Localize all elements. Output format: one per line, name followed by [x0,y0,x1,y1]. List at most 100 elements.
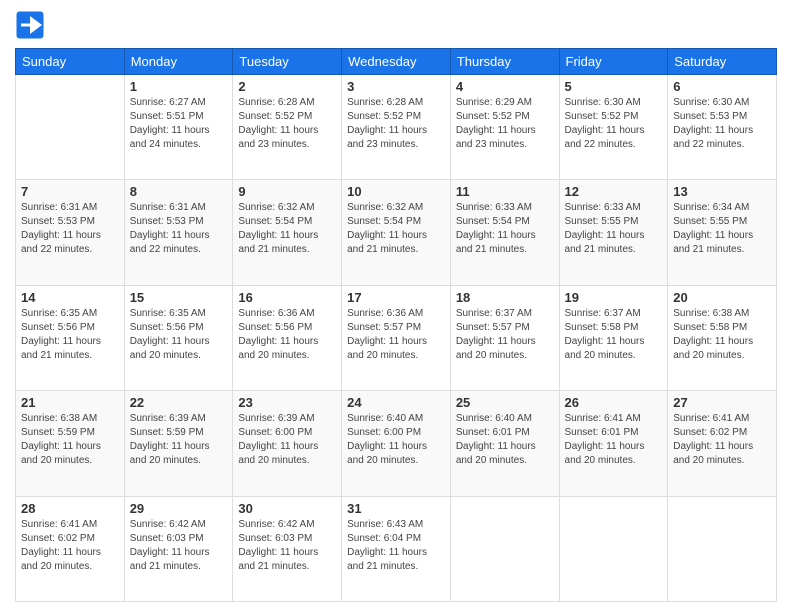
day-info: Sunrise: 6:42 AM Sunset: 6:03 PM Dayligh… [238,518,336,574]
day-header-tuesday: Tuesday [233,49,342,75]
calendar-cell: 30 Sunrise: 6:42 AM Sunset: 6:03 PM Dayli… [233,496,342,601]
calendar-cell: 7 Sunrise: 6:31 AM Sunset: 5:53 PM Daylig… [16,180,125,285]
calendar-cell: 12 Sunrise: 6:33 AM Sunset: 5:55 PM Dayli… [559,180,668,285]
day-number: 14 [21,290,119,305]
day-info: Sunrise: 6:31 AM Sunset: 5:53 PM Dayligh… [21,201,119,257]
day-number: 8 [130,184,228,199]
calendar-week-1: 7 Sunrise: 6:31 AM Sunset: 5:53 PM Daylig… [16,180,777,285]
calendar-cell: 13 Sunrise: 6:34 AM Sunset: 5:55 PM Dayli… [668,180,777,285]
day-header-sunday: Sunday [16,49,125,75]
day-info: Sunrise: 6:32 AM Sunset: 5:54 PM Dayligh… [238,201,336,257]
logo [15,10,47,40]
day-info: Sunrise: 6:27 AM Sunset: 5:51 PM Dayligh… [130,96,228,152]
day-info: Sunrise: 6:28 AM Sunset: 5:52 PM Dayligh… [238,96,336,152]
day-header-friday: Friday [559,49,668,75]
day-number: 11 [456,184,554,199]
day-number: 26 [565,395,663,410]
calendar-week-2: 14 Sunrise: 6:35 AM Sunset: 5:56 PM Dayli… [16,285,777,390]
day-number: 2 [238,79,336,94]
calendar-cell: 31 Sunrise: 6:43 AM Sunset: 6:04 PM Dayli… [342,496,451,601]
calendar-cell: 29Sunrise: 6:42 AM Sunset: 6:03 PM Dayli… [124,496,233,601]
day-info: Sunrise: 6:40 AM Sunset: 6:01 PM Dayligh… [456,412,554,468]
day-number: 4 [456,79,554,94]
calendar-cell: 4 Sunrise: 6:29 AM Sunset: 5:52 PM Daylig… [450,75,559,180]
day-info: Sunrise: 6:36 AM Sunset: 5:56 PM Dayligh… [238,307,336,363]
day-number: 18 [456,290,554,305]
calendar-cell: 24Sunrise: 6:40 AM Sunset: 6:00 PM Dayli… [342,391,451,496]
day-info: Sunrise: 6:40 AM Sunset: 6:00 PM Dayligh… [347,412,445,468]
day-info: Sunrise: 6:35 AM Sunset: 5:56 PM Dayligh… [21,307,119,363]
calendar-cell: 18 Sunrise: 6:37 AM Sunset: 5:57 PM Dayli… [450,285,559,390]
day-number: 23 [238,395,336,410]
calendar-cell: 21Sunrise: 6:38 AM Sunset: 5:59 PM Dayli… [16,391,125,496]
day-info: Sunrise: 6:33 AM Sunset: 5:54 PM Dayligh… [456,201,554,257]
calendar-cell [559,496,668,601]
day-number: 30 [238,501,336,516]
day-number: 19 [565,290,663,305]
day-number: 27 [673,395,771,410]
calendar-table: SundayMondayTuesdayWednesdayThursdayFrid… [15,48,777,602]
calendar-week-3: 21Sunrise: 6:38 AM Sunset: 5:59 PM Dayli… [16,391,777,496]
calendar-cell: 6Sunrise: 6:30 AM Sunset: 5:53 PM Daylig… [668,75,777,180]
day-number: 12 [565,184,663,199]
calendar-cell: 5 Sunrise: 6:30 AM Sunset: 5:52 PM Daylig… [559,75,668,180]
day-info: Sunrise: 6:38 AM Sunset: 5:58 PM Dayligh… [673,307,771,363]
calendar-cell: 25Sunrise: 6:40 AM Sunset: 6:01 PM Dayli… [450,391,559,496]
calendar-cell: 16Sunrise: 6:36 AM Sunset: 5:56 PM Dayli… [233,285,342,390]
calendar-cell: 11 Sunrise: 6:33 AM Sunset: 5:54 PM Dayli… [450,180,559,285]
day-info: Sunrise: 6:34 AM Sunset: 5:55 PM Dayligh… [673,201,771,257]
day-info: Sunrise: 6:39 AM Sunset: 6:00 PM Dayligh… [238,412,336,468]
day-header-wednesday: Wednesday [342,49,451,75]
day-info: Sunrise: 6:39 AM Sunset: 5:59 PM Dayligh… [130,412,228,468]
calendar-cell [668,496,777,601]
day-number: 29 [130,501,228,516]
day-info: Sunrise: 6:43 AM Sunset: 6:04 PM Dayligh… [347,518,445,574]
day-info: Sunrise: 6:30 AM Sunset: 5:52 PM Dayligh… [565,96,663,152]
calendar-cell [16,75,125,180]
calendar-cell: 19 Sunrise: 6:37 AM Sunset: 5:58 PM Dayli… [559,285,668,390]
day-info: Sunrise: 6:29 AM Sunset: 5:52 PM Dayligh… [456,96,554,152]
calendar-cell: 1 Sunrise: 6:27 AM Sunset: 5:51 PM Daylig… [124,75,233,180]
day-info: Sunrise: 6:33 AM Sunset: 5:55 PM Dayligh… [565,201,663,257]
day-info: Sunrise: 6:28 AM Sunset: 5:52 PM Dayligh… [347,96,445,152]
day-info: Sunrise: 6:36 AM Sunset: 5:57 PM Dayligh… [347,307,445,363]
day-info: Sunrise: 6:31 AM Sunset: 5:53 PM Dayligh… [130,201,228,257]
calendar-cell: 20Sunrise: 6:38 AM Sunset: 5:58 PM Dayli… [668,285,777,390]
logo-icon [15,10,45,40]
day-number: 13 [673,184,771,199]
day-number: 3 [347,79,445,94]
calendar-cell: 2 Sunrise: 6:28 AM Sunset: 5:52 PM Daylig… [233,75,342,180]
page: SundayMondayTuesdayWednesdayThursdayFrid… [0,0,792,612]
calendar-cell: 14 Sunrise: 6:35 AM Sunset: 5:56 PM Dayli… [16,285,125,390]
day-number: 15 [130,290,228,305]
day-header-monday: Monday [124,49,233,75]
calendar-cell: 8 Sunrise: 6:31 AM Sunset: 5:53 PM Daylig… [124,180,233,285]
day-number: 17 [347,290,445,305]
day-header-thursday: Thursday [450,49,559,75]
calendar-cell: 26Sunrise: 6:41 AM Sunset: 6:01 PM Dayli… [559,391,668,496]
calendar-cell [450,496,559,601]
day-number: 31 [347,501,445,516]
day-info: Sunrise: 6:30 AM Sunset: 5:53 PM Dayligh… [673,96,771,152]
day-info: Sunrise: 6:37 AM Sunset: 5:58 PM Dayligh… [565,307,663,363]
day-number: 10 [347,184,445,199]
calendar-week-4: 28Sunrise: 6:41 AM Sunset: 6:02 PM Dayli… [16,496,777,601]
day-info: Sunrise: 6:35 AM Sunset: 5:56 PM Dayligh… [130,307,228,363]
calendar-header-row: SundayMondayTuesdayWednesdayThursdayFrid… [16,49,777,75]
calendar-week-0: 1 Sunrise: 6:27 AM Sunset: 5:51 PM Daylig… [16,75,777,180]
header [15,10,777,40]
day-number: 1 [130,79,228,94]
day-number: 22 [130,395,228,410]
calendar-cell: 22 Sunrise: 6:39 AM Sunset: 5:59 PM Dayli… [124,391,233,496]
day-info: Sunrise: 6:32 AM Sunset: 5:54 PM Dayligh… [347,201,445,257]
day-info: Sunrise: 6:37 AM Sunset: 5:57 PM Dayligh… [456,307,554,363]
calendar-cell: 15 Sunrise: 6:35 AM Sunset: 5:56 PM Dayli… [124,285,233,390]
day-number: 5 [565,79,663,94]
calendar-cell: 10 Sunrise: 6:32 AM Sunset: 5:54 PM Dayli… [342,180,451,285]
day-info: Sunrise: 6:41 AM Sunset: 6:02 PM Dayligh… [21,518,119,574]
calendar-cell: 3 Sunrise: 6:28 AM Sunset: 5:52 PM Daylig… [342,75,451,180]
calendar-cell: 23 Sunrise: 6:39 AM Sunset: 6:00 PM Dayli… [233,391,342,496]
day-number: 7 [21,184,119,199]
day-header-saturday: Saturday [668,49,777,75]
calendar-cell: 28Sunrise: 6:41 AM Sunset: 6:02 PM Dayli… [16,496,125,601]
